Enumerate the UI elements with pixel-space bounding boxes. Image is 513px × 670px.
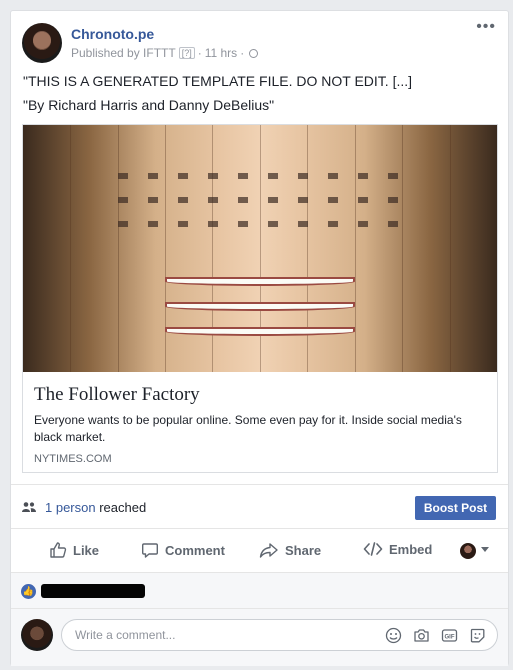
sticker-icon[interactable]: [469, 627, 486, 644]
reach-text: 1 person reached: [45, 500, 146, 515]
link-preview[interactable]: The Follower Factory Everyone wants to b…: [22, 124, 498, 473]
embed-icon: [363, 542, 383, 556]
gif-icon[interactable]: GIF: [441, 627, 458, 644]
emoji-icon[interactable]: [385, 627, 402, 644]
comment-box[interactable]: GIF: [61, 619, 498, 651]
help-icon[interactable]: [?]: [178, 47, 195, 59]
reached-suffix: reached: [95, 500, 147, 515]
commenter-avatar: [21, 619, 53, 651]
embed-label: Embed: [389, 541, 433, 557]
page-name-link[interactable]: Chronoto.pe: [71, 26, 154, 42]
comment-button[interactable]: Comment: [141, 541, 225, 559]
redacted-names: [41, 584, 145, 598]
reached-count-link[interactable]: 1 person: [45, 500, 96, 515]
more-icon[interactable]: •••: [476, 19, 496, 35]
like-icon: [50, 542, 67, 558]
globe-icon[interactable]: [249, 48, 259, 58]
comment-input[interactable]: [73, 627, 377, 643]
page-avatar[interactable]: [22, 23, 62, 63]
published-by-text[interactable]: Published by IFTTT: [71, 46, 176, 60]
boost-post-button[interactable]: Boost Post: [415, 496, 496, 520]
comment-icon: [142, 543, 158, 558]
camera-icon[interactable]: [413, 627, 430, 644]
comment-composer: GIF: [11, 608, 508, 666]
people-icon: [22, 502, 36, 512]
post-text-line-2: "By Richard Harris and Danny DeBelius": [23, 97, 275, 113]
like-button[interactable]: Like: [49, 541, 99, 559]
comment-label: Comment: [165, 542, 225, 558]
share-button[interactable]: Share: [259, 541, 321, 559]
publish-info: Published by IFTTT [?] · 11 hrs ·: [71, 46, 259, 60]
link-title[interactable]: The Follower Factory: [34, 384, 200, 406]
link-description: Everyone wants to be popular online. Som…: [34, 413, 462, 444]
post-card: Chronoto.pe Published by IFTTT [?] · 11 …: [10, 10, 509, 666]
action-bar: Like Comment Share Embed: [11, 528, 508, 572]
separator: ·: [240, 46, 245, 60]
timestamp[interactable]: 11 hrs: [205, 46, 237, 60]
separator: ·: [197, 46, 202, 60]
acting-as-avatar[interactable]: [460, 543, 476, 559]
reach-bar: 1 person reached Boost Post: [11, 484, 508, 528]
like-label: Like: [73, 542, 100, 558]
like-badge-icon: 👍: [21, 584, 36, 599]
share-label: Share: [285, 542, 322, 558]
embed-button[interactable]: Embed: [363, 541, 432, 557]
likes-summary: 👍: [11, 572, 508, 608]
link-domain: NYTIMES.COM: [34, 453, 112, 465]
share-icon: [259, 543, 278, 558]
chevron-down-icon[interactable]: [481, 547, 489, 552]
svg-text:GIF: GIF: [445, 634, 455, 640]
link-image[interactable]: [23, 125, 497, 372]
post-text-line-1: "THIS IS A GENERATED TEMPLATE FILE. DO N…: [23, 73, 413, 89]
